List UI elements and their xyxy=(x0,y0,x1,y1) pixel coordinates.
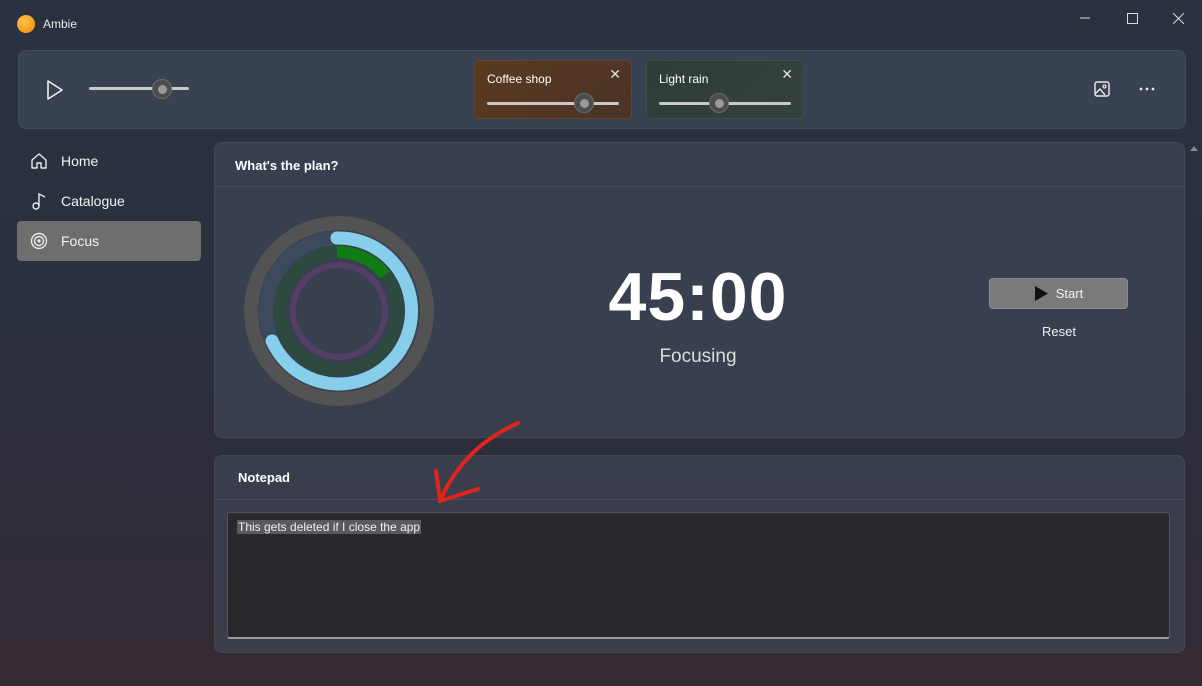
play-icon xyxy=(47,80,63,100)
focus-panel-header: What's the plan? xyxy=(215,143,1184,187)
annotation-arrow-icon xyxy=(434,421,520,503)
minimize-button[interactable] xyxy=(1070,8,1100,28)
focus-panel-title: What's the plan? xyxy=(235,158,339,173)
remove-sound-icon[interactable]: ✕ xyxy=(609,66,621,83)
timer-display: 45:00 xyxy=(608,259,788,335)
nav-label: Focus xyxy=(61,233,100,249)
close-window-button[interactable] xyxy=(1163,8,1193,28)
play-icon xyxy=(1034,286,1048,301)
reset-button[interactable]: Reset xyxy=(1019,324,1099,339)
image-icon xyxy=(1094,81,1110,97)
notepad-panel-title: Notepad xyxy=(238,470,290,485)
sound-volume-thumb[interactable] xyxy=(574,93,595,113)
notepad-textarea[interactable]: This gets deleted if I close the app xyxy=(227,512,1170,639)
maximize-button[interactable] xyxy=(1117,8,1147,28)
scroll-up-icon[interactable] xyxy=(1190,145,1198,153)
image-button[interactable] xyxy=(1093,80,1113,100)
nav-item-focus[interactable]: Focus xyxy=(17,221,201,261)
more-icon xyxy=(1139,87,1155,91)
focus-progress-rings xyxy=(244,216,434,406)
sound-name: Light rain xyxy=(659,72,709,86)
sound-volume-slider[interactable] xyxy=(487,102,619,105)
sound-volume-thumb[interactable] xyxy=(709,93,730,113)
home-icon xyxy=(29,151,49,171)
timer-status: Focusing xyxy=(659,346,737,367)
master-volume-thumb[interactable] xyxy=(152,79,172,99)
sound-card-light-rain[interactable]: Light rain ✕ xyxy=(646,60,804,119)
app-title: Ambie xyxy=(43,17,78,31)
nav-item-catalogue[interactable]: Catalogue xyxy=(17,181,201,221)
master-volume-slider[interactable] xyxy=(89,87,189,90)
notepad-text: This gets deleted if I close the app xyxy=(237,520,422,534)
target-icon xyxy=(29,231,49,251)
app-logo-icon xyxy=(17,15,35,33)
nav-label: Home xyxy=(61,153,99,169)
notepad-panel-header: Notepad xyxy=(215,456,1184,500)
start-label: Start xyxy=(1055,286,1084,301)
rounds-ring xyxy=(290,262,388,360)
nav-label: Catalogue xyxy=(61,193,125,209)
nav-item-home[interactable]: Home xyxy=(17,141,201,181)
start-button[interactable]: Start xyxy=(989,278,1128,309)
more-button[interactable] xyxy=(1138,80,1158,100)
sound-card-coffee-shop[interactable]: Coffee shop ✕ xyxy=(474,60,632,119)
play-button[interactable] xyxy=(44,79,66,101)
music-note-icon xyxy=(29,191,49,211)
sound-name: Coffee shop xyxy=(487,72,552,86)
remove-sound-icon[interactable]: ✕ xyxy=(781,66,793,83)
